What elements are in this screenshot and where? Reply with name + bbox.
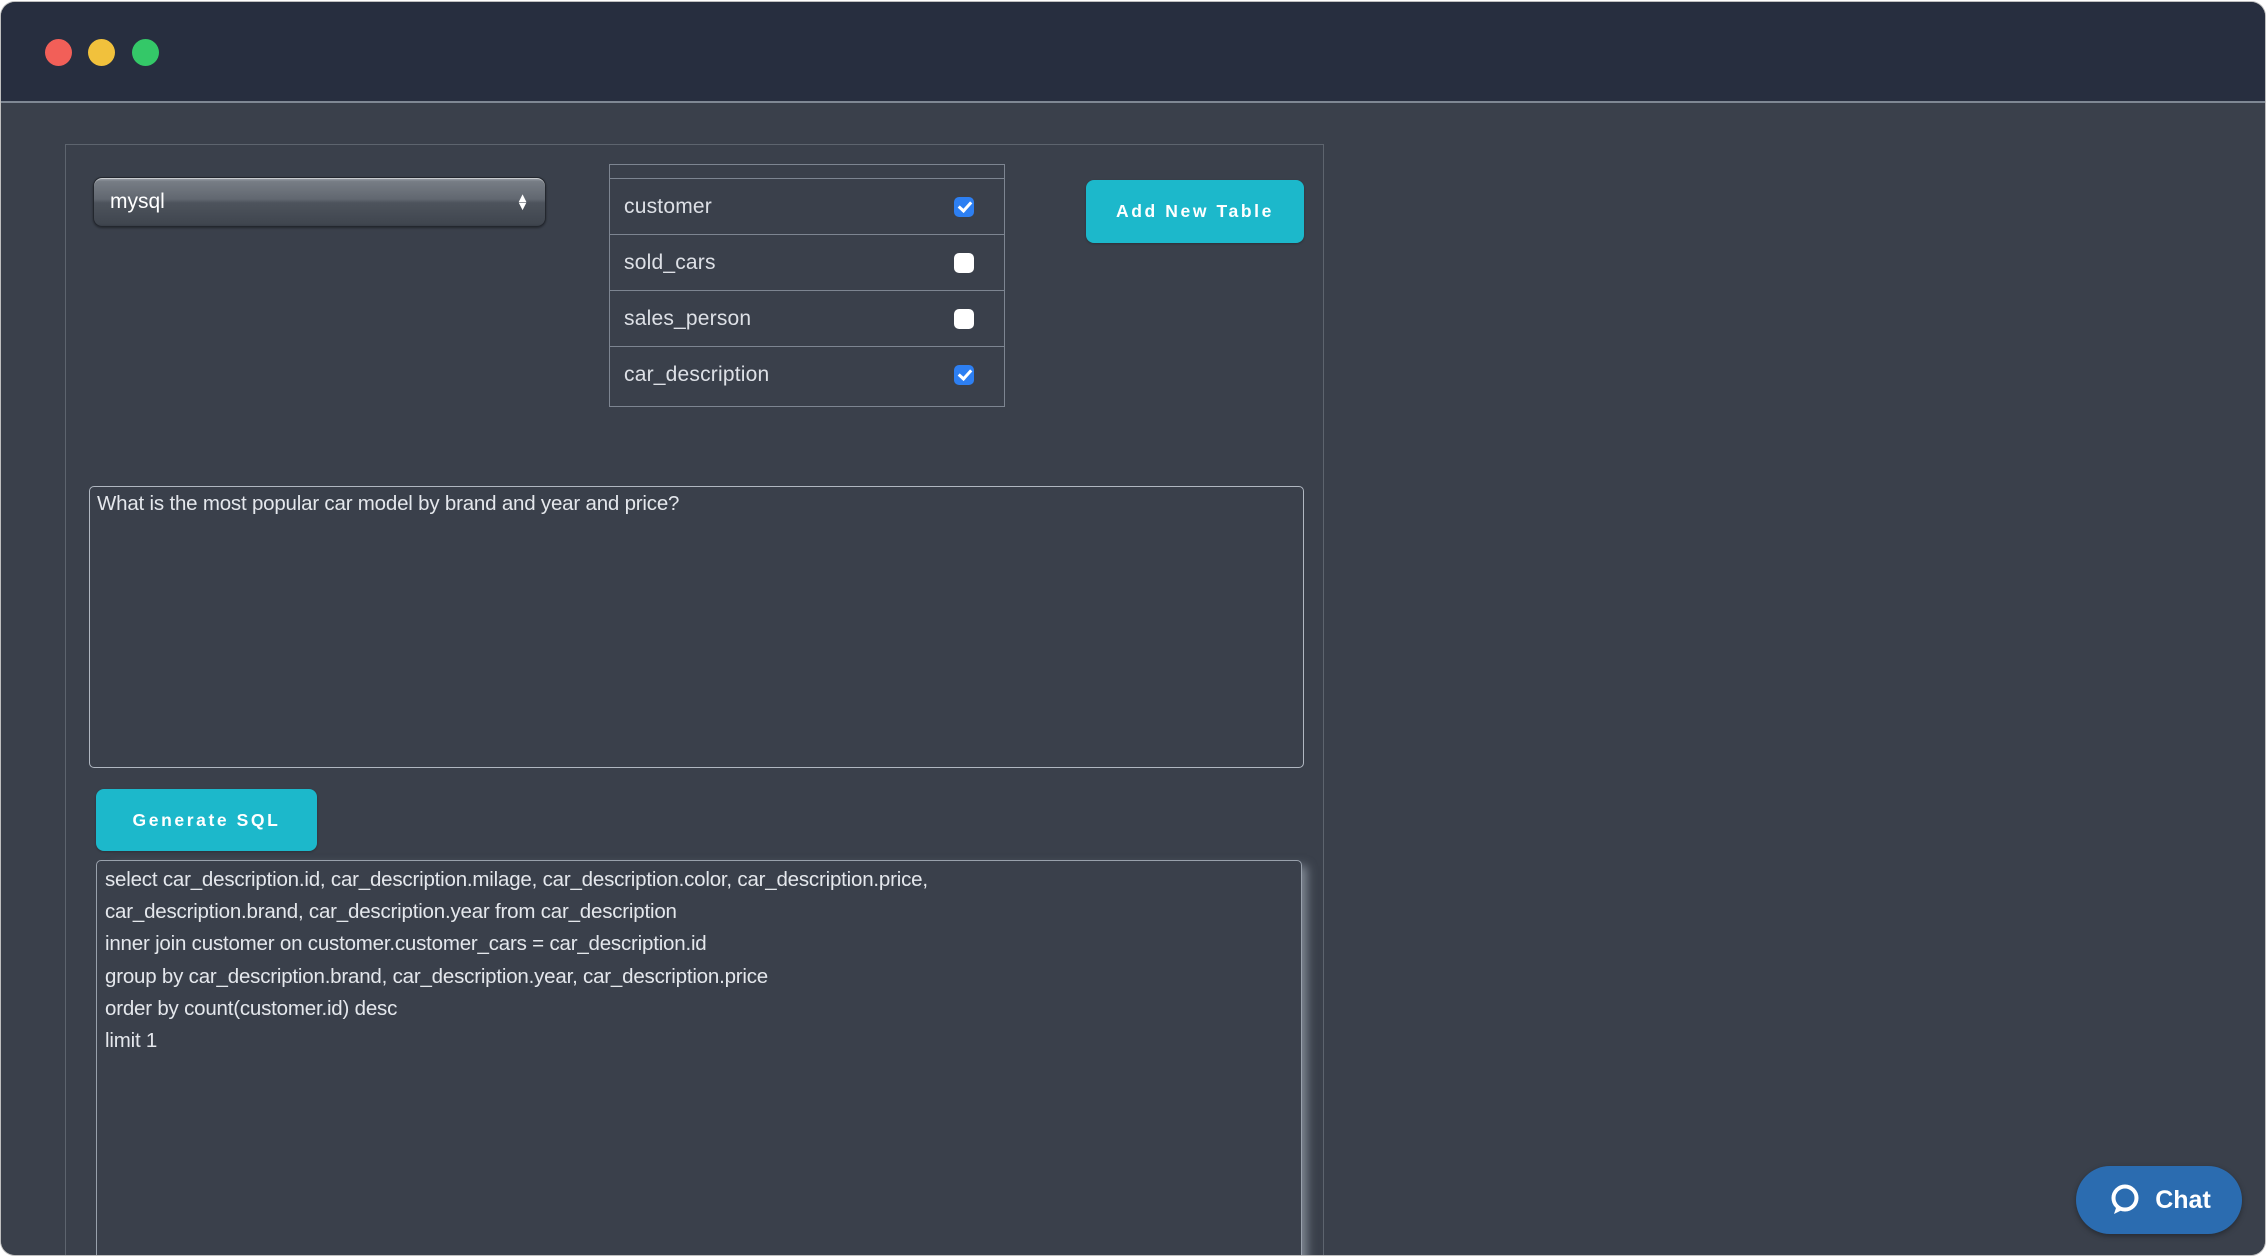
page-content: mysql ▲▼ customer sold_cars sales_person… — [1, 105, 2265, 1255]
close-window-button[interactable] — [45, 39, 72, 66]
browser-window: mysql ▲▼ customer sold_cars sales_person… — [1, 2, 2265, 1255]
table-checkbox-customer[interactable] — [954, 197, 974, 217]
table-name-label: car_description — [624, 363, 769, 387]
chat-button-label: Chat — [2155, 1186, 2211, 1215]
table-row-sales-person: sales_person — [610, 290, 1004, 346]
select-arrows-icon: ▲▼ — [516, 194, 529, 210]
table-list: customer sold_cars sales_person car_desc… — [609, 164, 1005, 407]
chat-bubble-icon — [2107, 1182, 2143, 1218]
database-select-value: mysql — [110, 190, 165, 214]
add-new-table-button[interactable]: Add New Table — [1086, 180, 1304, 243]
table-name-label: customer — [624, 195, 712, 219]
table-name-label: sold_cars — [624, 251, 716, 275]
sql-output[interactable]: select car_description.id, car_descripti… — [96, 860, 1302, 1255]
table-row-sold-cars: sold_cars — [610, 234, 1004, 290]
table-name-label: sales_person — [624, 307, 751, 331]
table-row-customer: customer — [610, 178, 1004, 234]
maximize-window-button[interactable] — [132, 39, 159, 66]
question-input[interactable]: What is the most popular car model by br… — [89, 486, 1304, 768]
generate-sql-button[interactable]: Generate SQL — [96, 789, 317, 851]
window-titlebar — [1, 2, 2265, 103]
table-checkbox-car-description[interactable] — [954, 365, 974, 385]
chat-button[interactable]: Chat — [2076, 1166, 2242, 1234]
database-select[interactable]: mysql ▲▼ — [93, 177, 546, 227]
table-checkbox-sales-person[interactable] — [954, 309, 974, 329]
minimize-window-button[interactable] — [88, 39, 115, 66]
table-row-car-description: car_description — [610, 346, 1004, 402]
table-checkbox-sold-cars[interactable] — [954, 253, 974, 273]
